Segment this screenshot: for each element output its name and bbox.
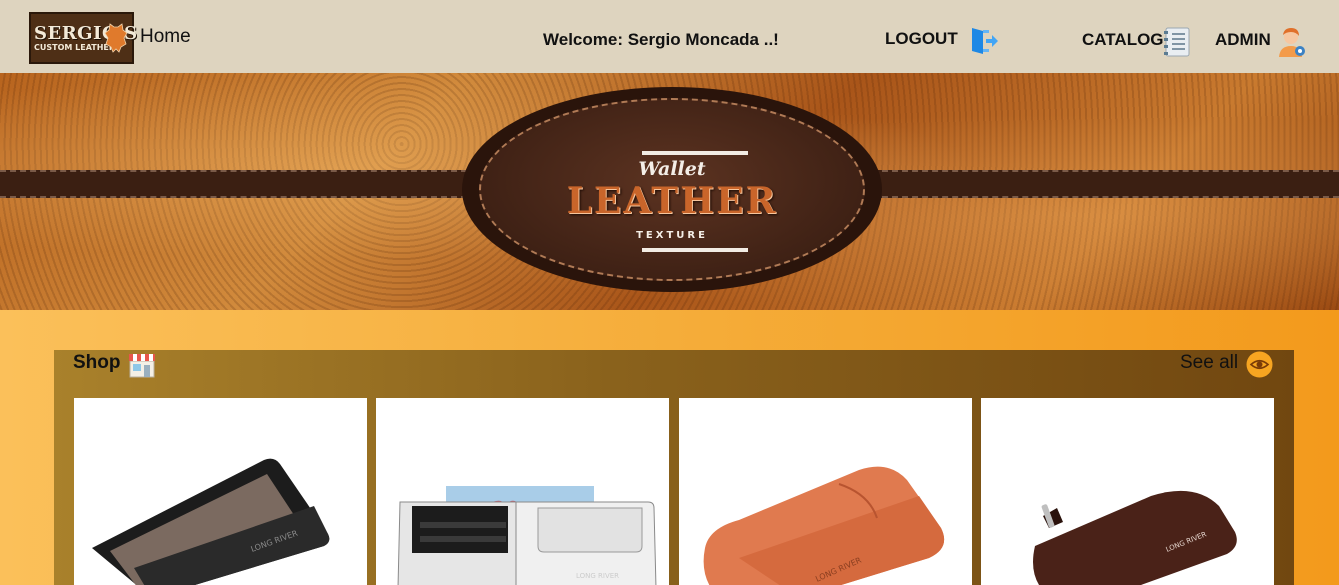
catalog-book-icon[interactable] bbox=[1163, 27, 1191, 57]
admin-user-icon[interactable] bbox=[1277, 26, 1307, 58]
banner-emblem: Wallet LEATHER TEXTURE bbox=[462, 87, 882, 292]
shop-store-icon bbox=[129, 354, 155, 378]
product-card[interactable]: LONG RIVER bbox=[74, 398, 367, 585]
brown-zip-wallet-icon: LONG RIVER bbox=[1033, 490, 1237, 585]
leather-hide-icon bbox=[104, 23, 128, 53]
product-card[interactable]: LONG RIVER bbox=[679, 398, 972, 585]
home-link[interactable]: Home bbox=[140, 26, 191, 48]
banner-line2: LEATHER bbox=[566, 180, 778, 222]
hero-banner: Wallet LEATHER TEXTURE bbox=[0, 73, 1339, 310]
top-navbar: SERGIO'S CUSTOM LEATHER Home Welcome: Se… bbox=[0, 0, 1339, 73]
emblem-bottom-rule bbox=[642, 248, 748, 252]
product-card[interactable]: 20 LONG RIVER bbox=[376, 398, 669, 585]
see-all-link[interactable]: See all bbox=[1180, 352, 1238, 374]
admin-link[interactable]: ADMIN bbox=[1215, 30, 1271, 50]
shop-title: Shop bbox=[73, 352, 121, 373]
banner-line3: TEXTURE bbox=[636, 230, 708, 241]
catalog-link[interactable]: CATALOG bbox=[1082, 30, 1164, 50]
emblem-top-rule bbox=[642, 151, 748, 155]
black-card-wallet-icon: LONG RIVER bbox=[92, 458, 330, 585]
welcome-message: Welcome: Sergio Moncada ..! bbox=[543, 30, 779, 49]
card-brand-label: LONG RIVER bbox=[576, 572, 619, 580]
product-card[interactable]: LONG RIVER bbox=[981, 398, 1274, 585]
logout-link[interactable]: LOGOUT bbox=[885, 29, 958, 49]
logout-icon[interactable] bbox=[969, 26, 999, 56]
eye-icon[interactable] bbox=[1246, 351, 1273, 378]
orange-card-sleeve-icon: LONG RIVER bbox=[703, 466, 944, 585]
brand-logo[interactable]: SERGIO'S CUSTOM LEATHER bbox=[29, 12, 137, 64]
white-bifold-wallet-icon: 20 LONG RIVER bbox=[397, 486, 657, 585]
banner-line1: Wallet bbox=[638, 158, 706, 180]
banner-emblem-inner: Wallet LEATHER TEXTURE bbox=[479, 98, 865, 281]
